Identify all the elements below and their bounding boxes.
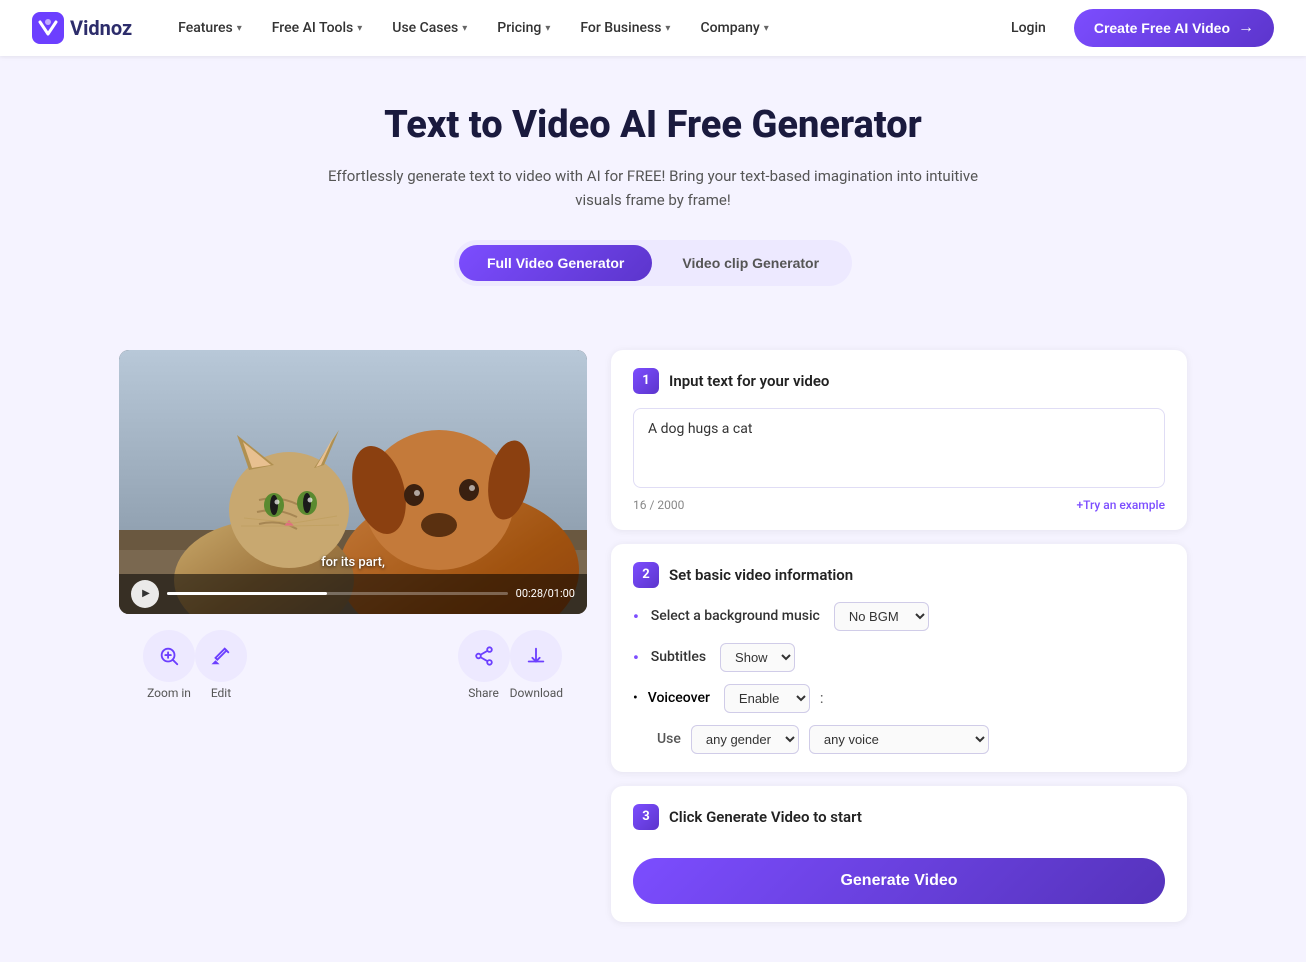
page-title: Text to Video AI Free Generator bbox=[16, 104, 1290, 148]
zoom-in-icon bbox=[143, 630, 195, 682]
step2-header: 2 Set basic video information bbox=[633, 562, 1165, 588]
generate-video-button[interactable]: Generate Video bbox=[633, 858, 1165, 904]
nav-for-business[interactable]: For Business ▾ bbox=[566, 12, 684, 44]
step1-badge: 1 bbox=[633, 368, 659, 394]
tab-video-clip-generator[interactable]: Video clip Generator bbox=[654, 245, 847, 281]
step3-card: 3 Click Generate Video to start Generate… bbox=[611, 786, 1187, 922]
play-icon: ▶ bbox=[142, 588, 150, 599]
chevron-down-icon: ▾ bbox=[237, 23, 242, 34]
step3-header: 3 Click Generate Video to start bbox=[633, 804, 1165, 830]
video-text-input[interactable]: A dog hugs a cat bbox=[633, 408, 1165, 488]
step3-badge: 3 bbox=[633, 804, 659, 830]
create-free-ai-video-button[interactable]: Create Free AI Video → bbox=[1074, 9, 1274, 47]
tab-container: Full Video Generator Video clip Generato… bbox=[454, 240, 852, 286]
login-button[interactable]: Login bbox=[999, 12, 1058, 44]
step2-card: 2 Set basic video information • Select a… bbox=[611, 544, 1187, 772]
colon-separator: : bbox=[820, 689, 824, 707]
chevron-down-icon: ▾ bbox=[764, 23, 769, 34]
download-icon bbox=[510, 630, 562, 682]
char-count-row: 16 / 2000 +Try an example bbox=[633, 498, 1165, 512]
use-label: Use bbox=[657, 731, 681, 747]
navbar: Vidnoz Features ▾ Free AI Tools ▾ Use Ca… bbox=[0, 0, 1306, 56]
subtitles-select[interactable]: Show Hide bbox=[720, 643, 795, 672]
step1-header: 1 Input text for your video bbox=[633, 368, 1165, 394]
hero-section: Text to Video AI Free Generator Effortle… bbox=[0, 56, 1306, 350]
share-label: Share bbox=[468, 686, 499, 700]
chevron-down-icon: ▾ bbox=[545, 23, 550, 34]
zoom-in-label: Zoom in bbox=[147, 686, 191, 700]
download-control[interactable]: Download bbox=[510, 630, 563, 700]
nav-pricing[interactable]: Pricing ▾ bbox=[483, 12, 564, 44]
nav-links: Features ▾ Free AI Tools ▾ Use Cases ▾ P… bbox=[164, 12, 999, 44]
tab-wrapper: Full Video Generator Video clip Generato… bbox=[16, 240, 1290, 286]
edit-icon bbox=[195, 630, 247, 682]
share-control[interactable]: Share bbox=[458, 630, 510, 700]
nav-features[interactable]: Features ▾ bbox=[164, 12, 256, 44]
share-icon bbox=[458, 630, 510, 682]
bullet-icon: • bbox=[633, 607, 639, 626]
video-container: for its part, ▶ 00:28/01:00 bbox=[119, 350, 587, 614]
subtitles-label: Subtitles bbox=[651, 649, 706, 665]
chevron-down-icon: ▾ bbox=[665, 23, 670, 34]
tab-full-video-generator[interactable]: Full Video Generator bbox=[459, 245, 652, 281]
hero-subtitle: Effortlessly generate text to video with… bbox=[323, 164, 983, 212]
bgm-select[interactable]: No BGM Calm Upbeat Dramatic Happy bbox=[834, 602, 929, 631]
step1-title: Input text for your video bbox=[669, 372, 829, 390]
play-button[interactable]: ▶ bbox=[131, 580, 159, 608]
step3-title: Click Generate Video to start bbox=[669, 808, 862, 826]
step2-badge: 2 bbox=[633, 562, 659, 588]
main-content: for its part, ▶ 00:28/01:00 bbox=[103, 350, 1203, 962]
nav-use-cases[interactable]: Use Cases ▾ bbox=[378, 12, 481, 44]
nav-right: Login Create Free AI Video → bbox=[999, 9, 1274, 47]
bgm-row: • Select a background music No BGM Calm … bbox=[633, 602, 1165, 631]
voiceover-select[interactable]: Enable Disable bbox=[724, 684, 810, 713]
logo-text: Vidnoz bbox=[70, 16, 132, 40]
voiceover-row: • Voiceover Enable Disable : bbox=[633, 684, 1165, 713]
logo[interactable]: Vidnoz bbox=[32, 12, 132, 44]
bgm-label: Select a background music bbox=[651, 608, 820, 624]
chevron-down-icon: ▾ bbox=[462, 23, 467, 34]
time-display: 00:28/01:00 bbox=[516, 587, 575, 600]
download-label: Download bbox=[510, 686, 563, 700]
nav-free-ai-tools[interactable]: Free AI Tools ▾ bbox=[258, 12, 377, 44]
chevron-down-icon: ▾ bbox=[357, 23, 362, 34]
try-example-link[interactable]: +Try an example bbox=[1076, 498, 1165, 512]
video-panel: for its part, ▶ 00:28/01:00 bbox=[119, 350, 587, 700]
edit-control[interactable]: Edit bbox=[195, 630, 247, 700]
edit-label: Edit bbox=[211, 686, 231, 700]
video-subtitle-text: for its part, bbox=[119, 555, 587, 570]
voice-select[interactable]: any voice Voice 1 Voice 2 Voice 3 bbox=[809, 725, 989, 754]
progress-track[interactable] bbox=[167, 592, 508, 595]
voiceover-label: Voiceover bbox=[648, 690, 710, 706]
char-count: 16 / 2000 bbox=[633, 498, 684, 512]
gender-select[interactable]: any gender Male Female bbox=[691, 725, 799, 754]
voice-use-row: Use any gender Male Female any voice Voi… bbox=[633, 725, 1165, 754]
subtitles-row: • Subtitles Show Hide bbox=[633, 643, 1165, 672]
bullet-icon: • bbox=[633, 648, 639, 667]
bullet-icon: • bbox=[633, 690, 638, 706]
step1-card: 1 Input text for your video A dog hugs a… bbox=[611, 350, 1187, 530]
video-controls-bar: ▶ 00:28/01:00 bbox=[119, 574, 587, 614]
arrow-icon: → bbox=[1238, 19, 1254, 37]
step2-title: Set basic video information bbox=[669, 566, 853, 584]
nav-company[interactable]: Company ▾ bbox=[686, 12, 782, 44]
progress-fill bbox=[167, 592, 327, 595]
video-action-controls: Zoom in Edit bbox=[119, 630, 587, 700]
zoom-in-control[interactable]: Zoom in bbox=[143, 630, 195, 700]
